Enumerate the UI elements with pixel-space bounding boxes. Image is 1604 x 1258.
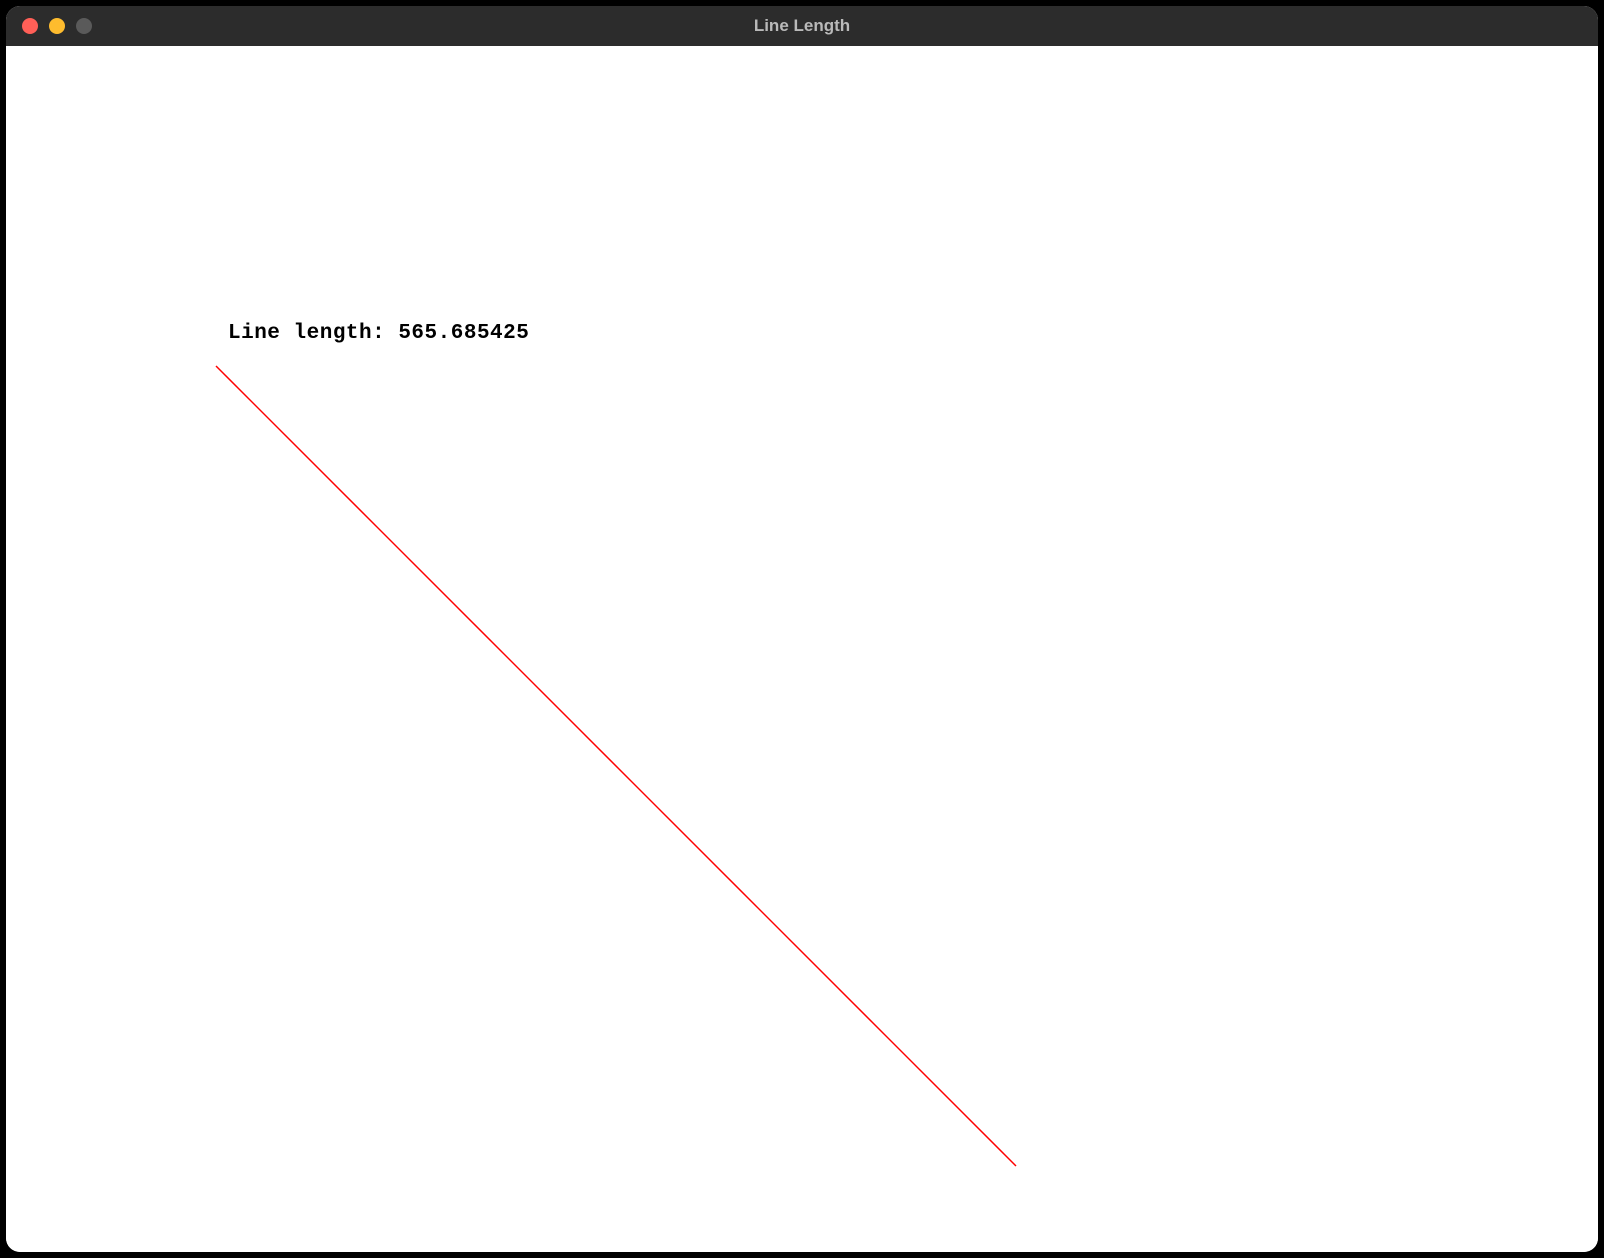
traffic-lights (6, 18, 92, 34)
diagonal-line[interactable] (6, 46, 1598, 1252)
line-length-label: Line length: 565.685425 (228, 322, 529, 345)
window-title: Line Length (6, 16, 1598, 36)
maximize-icon[interactable] (76, 18, 92, 34)
canvas-area[interactable]: Line length: 565.685425 (6, 46, 1598, 1252)
close-icon[interactable] (22, 18, 38, 34)
titlebar: Line Length (6, 6, 1598, 46)
minimize-icon[interactable] (49, 18, 65, 34)
app-window: Line Length Line length: 565.685425 (6, 6, 1598, 1252)
